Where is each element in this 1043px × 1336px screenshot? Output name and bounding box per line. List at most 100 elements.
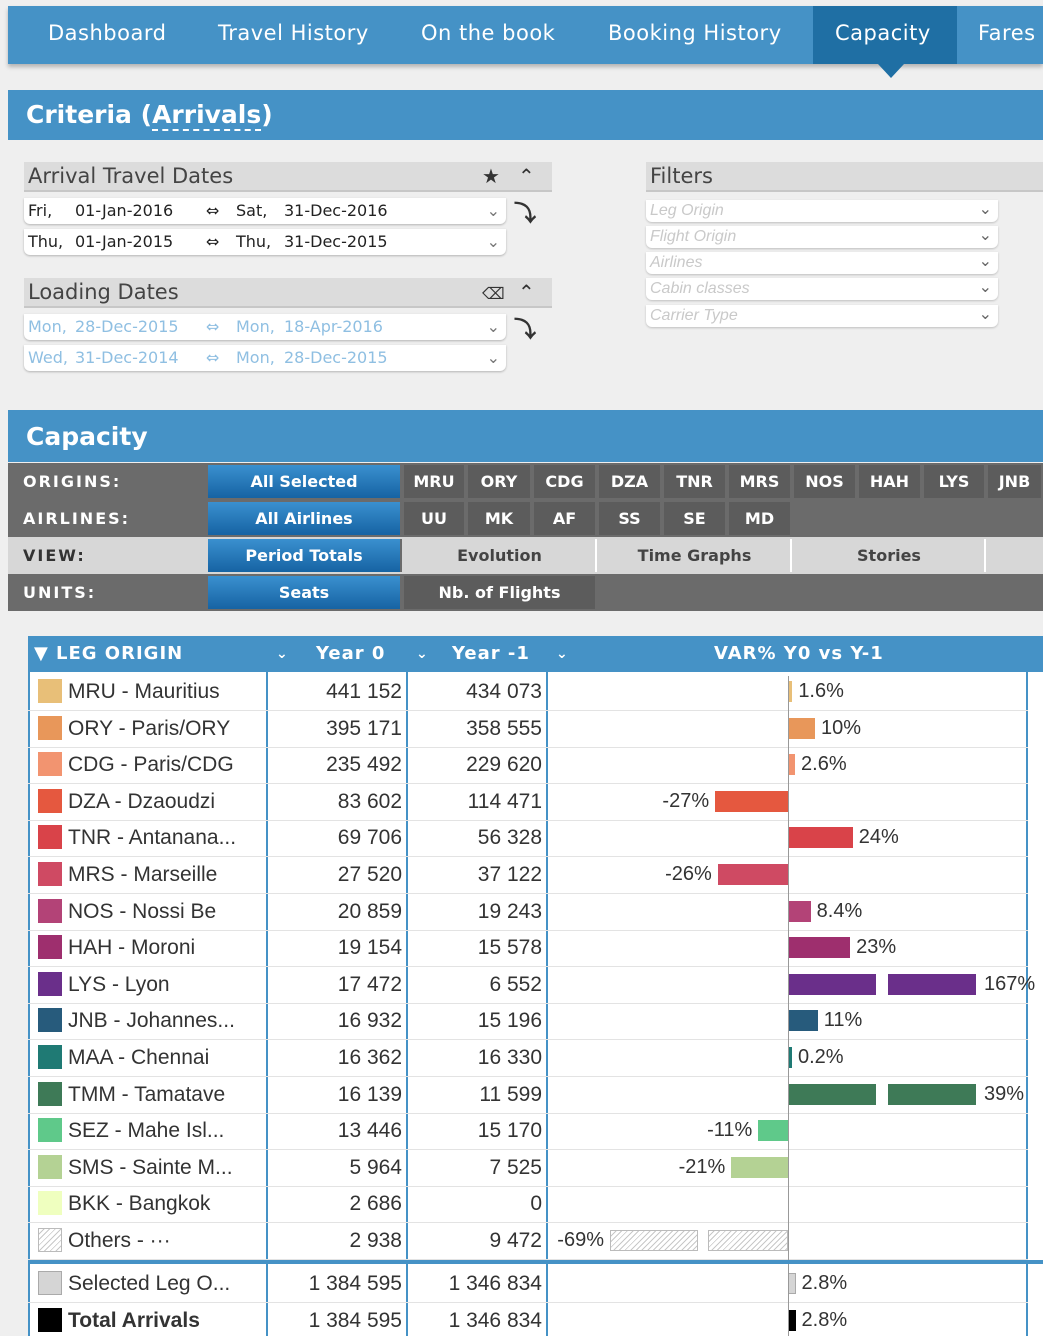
view-period-totals[interactable]: Period Totals [208,539,402,572]
origin-chip[interactable]: MRS [729,465,792,498]
table-row[interactable]: SMS - Sainte M... 5 964 7 525 -21% [28,1149,1028,1186]
origin-chip[interactable]: HAH [859,465,922,498]
table-row[interactable]: LYS - Lyon 17 472 6 552 167% [28,966,1035,1003]
table-row[interactable]: HAH - Moroni 19 154 15 578 23% [28,929,1028,966]
totals-separator [28,1260,1043,1264]
carrier-type-filter[interactable]: Carrier Type ⌄ [646,305,998,327]
units-flights[interactable]: Nb. of Flights [404,576,597,609]
origin-chip[interactable]: LYS [924,465,986,498]
table-row[interactable]: ORY - Paris/ORY 395 171 358 555 10% [28,710,1028,747]
table-row[interactable]: SEZ - Mahe Isl... 13 446 15 170 -11% [28,1112,1028,1149]
table-row[interactable]: JNB - Johannes... 16 932 15 196 11% [28,1002,1028,1039]
loading-range-2[interactable]: Wed, 31-Dec-2014 ⇔ Mon, 28-Dec-2015 ⌄ [24,345,506,371]
origins-all-selected[interactable]: All Selected [208,465,402,498]
table-row[interactable]: MRU - Mauritius 441 152 434 073 1.6% [28,673,1028,710]
tab-travel-history[interactable]: Travel History [218,6,369,64]
col-var[interactable]: VAR% Y0 vs Y-1 [714,636,884,672]
color-swatch [38,898,62,923]
collapse-chevron-icon[interactable]: ⌃ [518,162,535,190]
origin-chip[interactable]: JNB [988,465,1043,498]
table-row[interactable]: MRS - Marseille 27 520 37 122 -26% [28,856,1028,893]
criteria-mode-link[interactable]: Arrivals [152,100,262,131]
chevron-down-icon[interactable]: ⌄ [979,304,992,326]
filters-header: Filters [646,162,1043,192]
clear-icon[interactable]: ⌫ [482,280,505,308]
airlines-all-selected[interactable]: All Airlines [208,502,402,535]
col-year0[interactable]: Year 0 [316,636,385,672]
flight-origin-filter[interactable]: Flight Origin ⌄ [646,226,998,248]
table-row[interactable]: DZA - Dzaoudzi 83 602 114 471 -27% [28,783,1028,820]
table-row[interactable]: TNR - Antanana... 69 706 56 328 24% [28,819,1028,856]
apply-arrow-icon[interactable]: ⤵ [514,196,536,228]
origin-chip[interactable]: TNR [664,465,727,498]
year1-value: 6 552 [489,972,542,996]
arrival-range-1[interactable]: Fri, 01-Jan-2016 ⇔ Sat, 31-Dec-2016 ⌄ [24,198,506,224]
chevron-down-icon[interactable]: ⌄ [556,636,569,672]
apply-arrow-icon[interactable]: ⤵ [514,312,536,344]
chevron-down-icon[interactable]: ⌄ [979,277,992,299]
view-time-graphs[interactable]: Time Graphs [599,539,792,572]
origin-chip[interactable]: NOS [794,465,857,498]
range-arrow-icon: ⇔ [206,201,220,220]
chevron-down-icon[interactable]: ⌄ [487,198,500,224]
origin-chip[interactable]: CDG [534,465,597,498]
year1-value: 15 170 [477,1119,542,1143]
arrival-range-2[interactable]: Thu, 01-Jan-2015 ⇔ Thu, 31-Dec-2015 ⌄ [24,229,506,255]
total-row[interactable]: Total Arrivals 1 384 595 1 346 834 2.8% [28,1302,1028,1336]
origin-chip[interactable]: MRU [404,465,466,498]
view-evolution[interactable]: Evolution [404,539,597,572]
color-swatch [38,825,62,850]
chevron-down-icon[interactable]: ⌄ [979,251,992,273]
table-row[interactable]: Others - ··· 2 938 9 472 -69% [28,1222,1028,1259]
airline-chip[interactable]: MK [468,502,532,535]
year0-value: 19 154 [337,936,402,960]
chevron-down-icon[interactable]: ⌄ [416,636,429,672]
total-row[interactable]: Selected Leg O... 1 384 595 1 346 834 2.8% [28,1265,1028,1302]
chevron-down-icon[interactable]: ▼ [34,636,49,672]
airline-chip[interactable]: UU [404,502,466,535]
chevron-down-icon[interactable]: ⌄ [487,345,500,371]
chevron-down-icon[interactable]: ⌄ [276,636,289,672]
star-icon[interactable]: ★ [482,162,500,190]
capacity-title: Capacity [26,422,148,451]
cabin-classes-filter[interactable]: Cabin classes ⌄ [646,278,998,300]
airline-chip[interactable]: SS [599,502,662,535]
color-swatch [38,1154,62,1179]
table-row[interactable]: TMM - Tamatave 16 139 11 599 39% [28,1076,1028,1113]
airline-chip[interactable]: SE [664,502,727,535]
leg-origin-name: SMS - Sainte M... [68,1155,233,1179]
origin-chip[interactable]: ORY [468,465,532,498]
loading-range-1[interactable]: Mon, 28-Dec-2015 ⇔ Mon, 18-Apr-2016 ⌄ [24,314,506,340]
tab-capacity[interactable]: Capacity [813,6,957,64]
color-swatch [38,1081,62,1106]
table-row[interactable]: CDG - Paris/CDG 235 492 229 620 2.6% [28,746,1028,783]
airlines-filter[interactable]: Airlines ⌄ [646,252,998,274]
collapse-chevron-icon[interactable]: ⌃ [518,278,535,306]
origin-chip[interactable]: DZA [599,465,662,498]
year1-value: 1 346 834 [448,1272,542,1295]
col-leg-origin[interactable]: LEG ORIGIN [56,636,183,672]
view-stories[interactable]: Stories [794,539,986,572]
tab-on-the-book[interactable]: On the book [421,6,555,64]
units-seats[interactable]: Seats [208,576,402,609]
variance-label: 1.6% [798,680,844,702]
airline-chip[interactable]: AF [534,502,597,535]
leg-origin-filter[interactable]: Leg Origin ⌄ [646,200,998,222]
year0-value: 235 492 [326,753,402,777]
tab-booking-history[interactable]: Booking History [608,6,782,64]
tab-dashboard[interactable]: Dashboard [48,6,166,64]
year0-value: 2 686 [349,1192,402,1216]
table-row[interactable]: MAA - Chennai 16 362 16 330 0.2% [28,1039,1028,1076]
chevron-down-icon[interactable]: ⌄ [979,225,992,247]
variance-bar-overflow [888,1083,976,1105]
table-row[interactable]: NOS - Nossi Be 20 859 19 243 8.4% [28,893,1028,930]
leg-origin-name: Others - ··· [68,1229,171,1252]
airline-chip[interactable]: MD [729,502,792,535]
year0-value: 16 362 [337,1046,402,1069]
table-row[interactable]: BKK - Bangkok 2 686 0 [28,1185,1028,1222]
chevron-down-icon[interactable]: ⌄ [487,314,500,340]
chevron-down-icon[interactable]: ⌄ [979,199,992,221]
col-year1[interactable]: Year -1 [452,636,530,672]
chevron-down-icon[interactable]: ⌄ [487,229,500,255]
tab-fares[interactable]: Fares [978,6,1036,64]
